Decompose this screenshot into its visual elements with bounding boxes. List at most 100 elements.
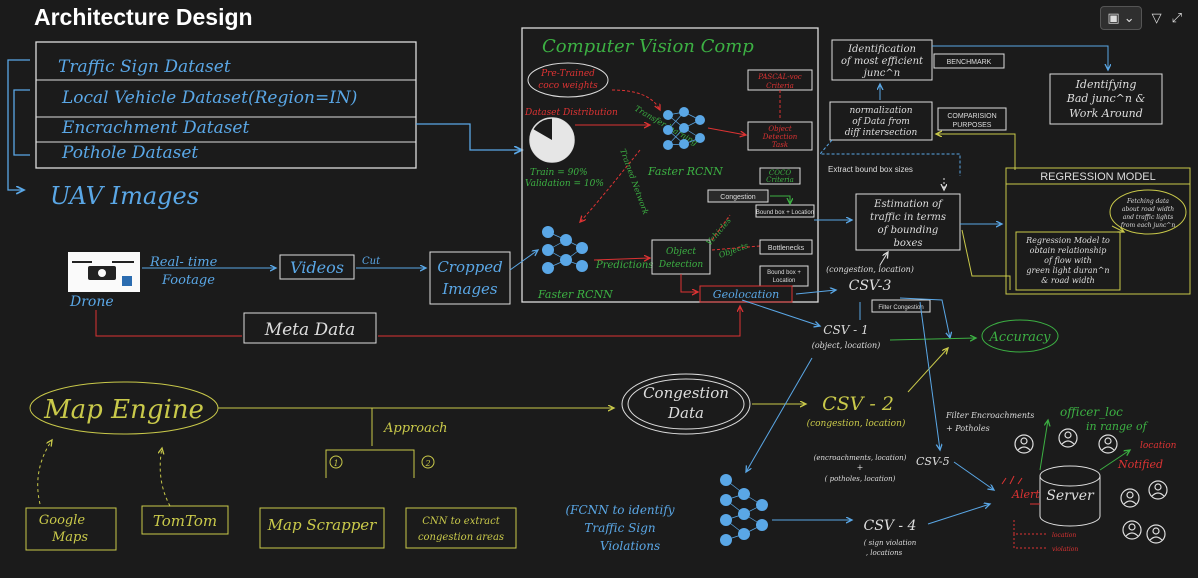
diagram-label: Identification (847, 44, 916, 55)
diagram-label: COMPARISION (947, 113, 996, 120)
diagram-label: normalization (850, 106, 913, 116)
diagram-label: Faster RCNN (537, 288, 613, 301)
diagram-label: Bottlenecks (768, 245, 805, 252)
diagram-label: PASCAL-voc (757, 73, 802, 81)
diagram-label: Fetching data (1126, 198, 1169, 205)
diagram-label: Vehicles (705, 216, 733, 247)
diagram-label: traffic in terms (870, 212, 946, 223)
diagram-label: of flow with (1044, 256, 1092, 265)
officer-loc-label: officer_loc (1060, 405, 1123, 419)
diagram-label: Cropped (437, 258, 502, 276)
diagram-label: Identifying (1075, 78, 1137, 91)
faster-rcnn-bottom-network (542, 226, 588, 274)
officer-icon (1098, 434, 1118, 454)
diagram-label: from each junc^n (1120, 222, 1176, 229)
diagram-label: coco weights (538, 81, 598, 91)
diagram-label: ( potholes, location) (825, 475, 896, 483)
diagram-label: diff intersection (845, 128, 918, 138)
csv1-label: CSV - 1 (823, 323, 868, 337)
drone-label: Drone (69, 294, 114, 310)
diagram-label: Bad junc^n & (1066, 92, 1146, 105)
videos-box: Videos (290, 258, 344, 277)
diagram-label: ( sign violation (864, 539, 917, 547)
diagram-label: junc^n (862, 68, 900, 79)
diagram-label: (congestion, location) (826, 265, 914, 274)
diagram-label: Cut (362, 256, 381, 267)
diagram-label: , locations (866, 549, 903, 557)
diagram-label: Bound box + Location (756, 210, 814, 216)
map-scrapper-box: Map Scrapper (267, 516, 378, 534)
diagram-label: 1 (333, 459, 338, 468)
diagram-label: Google (39, 513, 86, 528)
cv-title: Computer Vision Comp (542, 36, 754, 57)
diagram-label: Approach (383, 421, 447, 436)
diagram-label: Predictions (595, 260, 653, 271)
dataset-pothole: Pothole Dataset (61, 143, 198, 163)
alert-label: Alert (1011, 488, 1040, 501)
uav-images-label: UAV Images (50, 182, 199, 210)
csv3-label: CSV-3 (849, 278, 892, 294)
diagram-label: Validation = 10% (525, 179, 604, 189)
diagram-label: violation (1052, 546, 1078, 553)
officer-icon (1148, 480, 1168, 500)
diagram-label: Data (667, 404, 704, 422)
diagram-label: and traffic lights (1123, 214, 1174, 221)
diagram-label: Notified (1117, 458, 1163, 471)
diagram-label: Objects (718, 241, 750, 260)
diagram-label: of Data from (852, 117, 910, 127)
diagram-label: (encroachments, location) (814, 454, 907, 462)
diagram-label: + (857, 463, 864, 472)
diagram-label: Train = 90% (530, 168, 588, 178)
diagram-label: 2 (424, 459, 430, 468)
diagram-label: TomTom (153, 512, 217, 530)
diagram-label: Filter Congestion (878, 305, 923, 311)
diagram-label: Traffic Sign (584, 521, 655, 535)
congestion-data-label: Congestion (643, 384, 729, 402)
officer-icon (1014, 434, 1034, 454)
diagram-label: Detection (658, 260, 703, 270)
diagram-label: obtain relationship (1030, 246, 1107, 255)
diagram-label: Detection (762, 133, 798, 141)
dataset-local-vehicle: Local Vehicle Dataset(Region=IN) (61, 88, 357, 108)
fcnn-network (720, 474, 768, 546)
diagram-label: location (1052, 532, 1076, 539)
faster-rcnn-top-network (663, 107, 705, 150)
diagram-label: + Potholes (946, 424, 990, 433)
diagram-label: Congestion (720, 194, 756, 201)
diagram-label: Criteria (766, 82, 794, 90)
csv5-label: CSV-5 (916, 455, 950, 468)
diagram-label: Work Around (1069, 107, 1143, 120)
diagram-label: Filter Encroachments (945, 411, 1034, 420)
cv-component: Computer Vision Comp Pre-Trained coco we… (521, 27, 819, 303)
map-engine-label: Map Engine (43, 395, 204, 425)
diagram-label: green light duran^n (1026, 266, 1109, 275)
diagram-label: of bounding (878, 225, 939, 236)
officer-icon (1058, 428, 1078, 448)
diagram-label: Maps (51, 530, 88, 545)
right-analysis: Identification of most efficient junc^n … (741, 39, 1191, 353)
diagram-label: Footage (161, 273, 215, 288)
diagram-label: & road width (1041, 276, 1095, 285)
diagram-label: in range of (1086, 420, 1149, 433)
csv4-label: CSV - 4 (864, 518, 917, 534)
diagram-label: congestion areas (418, 532, 504, 543)
diagram-label: (object, location) (812, 341, 881, 350)
diagram-label: Location (773, 278, 796, 284)
diagram-label: Bound box + (767, 270, 801, 276)
diagram-label: (FCNN to identify (565, 503, 674, 517)
dataset-stack: Traffic Sign Dataset Local Vehicle Datas… (7, 41, 522, 210)
diagram-label: PURPOSES (953, 122, 992, 129)
geolocation-box: Geolocation (713, 288, 779, 301)
dataset-distribution-label: Dataset Distribution (524, 108, 618, 118)
diagram-label: Extract bound box sizes (828, 165, 913, 174)
diagram-label: location (1140, 441, 1177, 451)
diagram-label: Estimation of (873, 199, 944, 210)
diagram-label: (congestion, location) (807, 418, 906, 429)
diagram-label: Regression Model to (1025, 236, 1110, 245)
diagram-label: Object (666, 247, 696, 257)
officer-icon (1122, 520, 1142, 540)
officer-icon (1146, 524, 1166, 544)
server-label: Server (1046, 488, 1095, 504)
diagram-label: Images (441, 280, 498, 298)
diagram-label: CNN to extract (422, 516, 500, 527)
